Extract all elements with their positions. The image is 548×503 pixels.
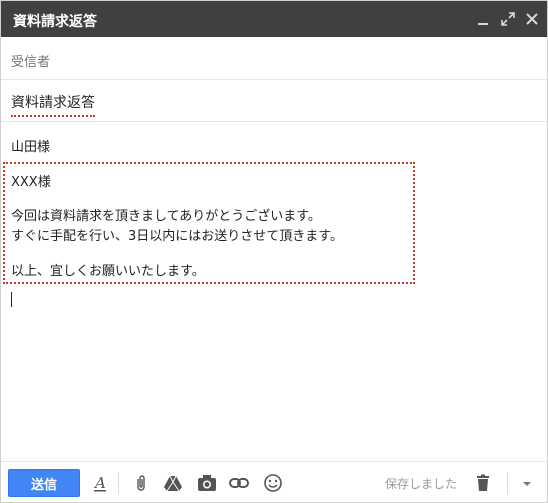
formatting-icon[interactable]: A: [90, 473, 110, 493]
attach-icon[interactable]: [131, 473, 151, 493]
subject-field[interactable]: 資料請求返答: [11, 92, 95, 117]
body-line-1: XXX様: [11, 175, 51, 190]
subject-row[interactable]: 資料請求返答: [1, 80, 547, 122]
photo-icon[interactable]: [197, 473, 217, 493]
toolbar-divider: [118, 472, 119, 494]
body-line-2: 今回は資料請求を頂きましてありがとうございます。: [11, 209, 321, 224]
recipients-field[interactable]: 受信者: [11, 51, 50, 70]
send-button[interactable]: 送信: [8, 469, 80, 497]
trash-icon[interactable]: [473, 473, 493, 493]
compose-toolbar: 送信 A 保存しました: [1, 461, 547, 503]
more-options-icon[interactable]: [517, 473, 537, 493]
link-icon[interactable]: [229, 473, 249, 493]
popout-icon[interactable]: [500, 11, 516, 27]
text-cursor: [11, 292, 12, 307]
minimize-icon[interactable]: [475, 11, 491, 27]
recipients-row[interactable]: 受信者: [1, 37, 547, 80]
close-icon[interactable]: [524, 11, 540, 27]
toolbar-divider: [507, 472, 508, 494]
body-line-4: 以上、宜しくお願いいたします。: [11, 264, 205, 279]
saved-status: 保存しました: [385, 477, 458, 491]
greeting-line: 山田様: [11, 140, 51, 155]
svg-text:A: A: [93, 474, 106, 492]
compose-window: 資料請求返答 受信者 資料請求返答 山田様 XXX様 今回は資料請求を頂きまして…: [0, 0, 548, 503]
drive-icon[interactable]: [163, 473, 183, 493]
body-line-3: すぐに手配を行い、3日以内にはお送りさせて頂きます。: [11, 229, 343, 244]
emoji-icon[interactable]: [263, 473, 283, 493]
compose-title: 資料請求返答: [13, 14, 97, 30]
compose-titlebar[interactable]: 資料請求返答: [1, 1, 547, 37]
